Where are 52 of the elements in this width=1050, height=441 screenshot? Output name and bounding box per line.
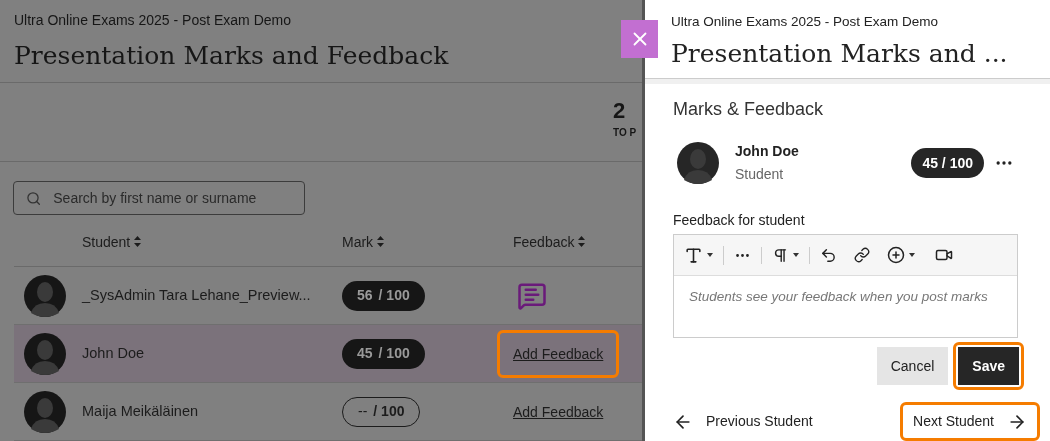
feedback-editor[interactable]: Students see your feedback when you post marks [673,234,1018,338]
column-header[interactable]: Mark [342,232,513,266]
mark-value: -- [358,402,368,421]
column-header[interactable]: Feedback [513,232,586,266]
search-input[interactable]: Search by first name or surname [53,187,292,209]
avatar-icon [24,274,66,317]
stat-value: 2 [613,97,627,125]
mark-pill: 45 / 100 [911,148,984,178]
previous-student-button[interactable]: Previous Student [673,411,813,432]
paragraph-icon[interactable] [772,246,789,264]
student-name: Maija Meikäläinen [82,401,200,421]
mark-value: 56 [357,286,373,305]
sort-icon [134,236,142,247]
search-icon [26,189,42,207]
panel-title: Presentation Marks and ... [671,38,1009,71]
section-title: Marks & Feedback [673,98,825,121]
course-name: Ultra Online Exams 2025 - Post Exam Demo [14,11,292,30]
avatar-icon [677,142,719,184]
student-name: John Doe [735,142,800,161]
sort-icon [578,236,586,247]
save-button[interactable]: Save [958,347,1019,385]
student-name: John Doe [82,343,146,363]
close-button[interactable] [621,20,658,58]
table-row[interactable]: John Doe 45 / 100 Add Feedback [14,325,642,383]
add-content-icon[interactable] [887,246,905,264]
student-name: _SysAdmin Tara Lehane_Preview... [82,285,312,305]
link-icon[interactable] [854,247,870,263]
panel-course-name: Ultra Online Exams 2025 - Post Exam Demo [671,13,940,31]
student-role: Student [735,165,785,184]
mark-total: / 100 [378,344,410,363]
text-style-icon[interactable] [684,245,703,265]
stat-label: TO P [613,125,638,140]
caret-icon [707,253,713,257]
add-feedback-link[interactable]: Add Feedback [513,403,604,420]
caret-icon [793,253,799,257]
mark-total: / 100 [373,402,405,421]
undo-icon[interactable] [820,246,837,264]
mark-value: 45 [357,344,373,363]
sort-icon [377,236,385,247]
page-title: Presentation Marks and Feedback [14,40,450,72]
avatar-icon [24,390,66,433]
add-feedback-link[interactable]: Add Feedback [513,345,604,362]
avatar-icon [24,332,66,375]
mark-total: / 100 [378,286,410,305]
next-student-button[interactable]: Next Student [913,411,1027,432]
feedback-input[interactable]: Students see your feedback when you post marks [674,276,1017,330]
search-field[interactable]: Search by first name or surname [13,181,305,215]
table-row[interactable]: Maija Meikäläinen -- / 100 Add Feedback [14,383,642,441]
column-header[interactable]: Student [82,232,342,266]
feedback-label: Feedback for student [673,211,806,230]
caret-icon [909,253,915,257]
cancel-button[interactable]: Cancel [876,347,949,385]
